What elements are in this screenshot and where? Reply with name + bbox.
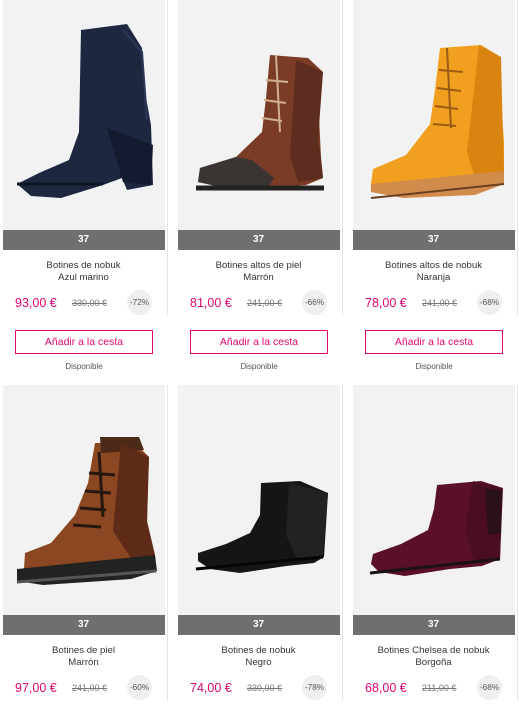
product-image[interactable]: 37 (352, 385, 515, 635)
discount-badge: -68% (477, 290, 502, 315)
product-image[interactable]: 37 (177, 385, 340, 635)
product-name: Botines de nobuk (46, 260, 121, 271)
product-color: Azul marino (58, 272, 109, 283)
brown-lace-boot-image (195, 54, 324, 191)
size-label: 37 (2, 615, 165, 635)
discount-badge: -66% (302, 290, 327, 315)
original-price: 330,00 € (72, 298, 108, 308)
availability-status: Disponible (415, 362, 453, 371)
brown-fur-boot-image (16, 437, 157, 585)
product-image[interactable]: 37 (2, 0, 165, 250)
product-name: Botines de nobuk (221, 645, 296, 656)
add-to-cart-button[interactable]: Añadir a la cesta (365, 330, 503, 354)
availability-status: Disponible (240, 362, 278, 371)
product-color: Negro (245, 657, 272, 668)
navy-sock-boot-image (16, 24, 153, 198)
size-label: 37 (177, 615, 340, 635)
add-to-cart-button[interactable]: Añadir a la cesta (15, 330, 153, 354)
product-card[interactable]: 37 Botines de piel Marrón 97,00 € 241,00… (0, 385, 168, 701)
discount-badge: -78% (302, 675, 327, 700)
product-card[interactable]: 37 Botines altos de nobuk Naranja 78,00 … (350, 0, 518, 316)
current-price: 74,00 € (190, 681, 232, 695)
product-card[interactable]: 37 Botines de nobuk Negro 74,00 € 330,00… (175, 385, 343, 701)
product-name: Botines de piel (52, 645, 115, 656)
product-card[interactable]: 37 Botines Chelsea de nobuk Borgoña 68,0… (350, 385, 518, 701)
product-color: Marrón (243, 272, 274, 283)
product-name: Botines Chelsea de nobuk (377, 645, 490, 656)
black-ankle-boot-image (195, 481, 328, 573)
size-label: 37 (177, 230, 340, 250)
current-price: 97,00 € (15, 681, 57, 695)
original-price: 241,00 € (247, 298, 283, 308)
size-label: 37 (352, 230, 515, 250)
product-card[interactable]: 37 Botines altos de piel Marrón 81,00 € … (175, 0, 343, 316)
size-label: 37 (352, 615, 515, 635)
product-color: Borgoña (415, 657, 452, 668)
current-price: 78,00 € (365, 296, 407, 310)
current-price: 81,00 € (190, 296, 232, 310)
product-name: Botines altos de nobuk (384, 260, 483, 271)
original-price: 211,00 € (422, 683, 457, 693)
product-image[interactable]: 37 (177, 0, 340, 250)
product-color: Marrón (68, 657, 99, 668)
discount-badge: -60% (127, 675, 152, 700)
current-price: 68,00 € (365, 681, 407, 695)
size-label: 37 (2, 230, 165, 250)
original-price: 241,00 € (72, 683, 108, 693)
discount-badge: -72% (127, 290, 152, 315)
burgundy-chelsea-boot-image (369, 481, 503, 576)
product-name: Botines altos de piel (215, 260, 302, 271)
product-image[interactable]: 37 (2, 385, 165, 635)
discount-badge: -68% (477, 675, 502, 700)
yellow-nubuck-boot-image (370, 45, 504, 199)
product-image[interactable]: 37 (352, 0, 515, 250)
product-color: Naranja (416, 272, 451, 283)
product-card[interactable]: 37 Botines de nobuk Azul marino 93,00 € … (0, 0, 168, 316)
current-price: 93,00 € (15, 296, 57, 310)
original-price: 241,00 € (422, 298, 458, 308)
original-price: 330,00 € (247, 683, 283, 693)
availability-status: Disponible (65, 362, 103, 371)
add-to-cart-button[interactable]: Añadir a la cesta (190, 330, 328, 354)
